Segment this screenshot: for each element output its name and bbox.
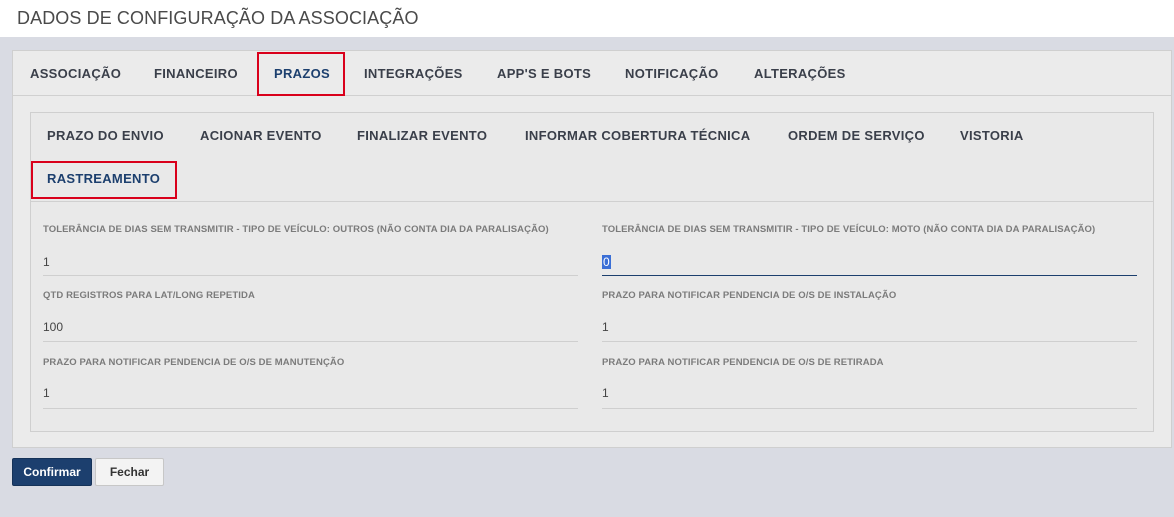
subtab-informar-cobertura-tecnica[interactable]: INFORMAR COBERTURA TÉCNICA [525,128,750,143]
close-button[interactable]: Fechar [95,458,164,486]
field-underline [602,275,1137,276]
field-underline [43,275,578,276]
prazo-retirada-input[interactable] [602,386,1137,400]
field-label: TOLERÂNCIA DE DIAS SEM TRANSMITIR - TIPO… [43,224,549,235]
tab-associacao[interactable]: ASSOCIAÇÃO [30,66,121,81]
field-prazo-instalacao: PRAZO PARA NOTIFICAR PENDENCIA DE O/S DE… [602,289,1137,344]
highlight-box-prazos [257,52,345,96]
title-bar: DADOS DE CONFIGURAÇÃO DA ASSOCIAÇÃO [0,0,1174,37]
main-tab-bar: ASSOCIAÇÃO FINANCEIRO PRAZOS INTEGRAÇÕES… [13,51,1171,96]
prazos-panel: PRAZO DO ENVIO ACIONAR EVENTO FINALIZAR … [30,112,1154,432]
tab-integracoes[interactable]: INTEGRAÇÕES [364,66,463,81]
field-label: PRAZO PARA NOTIFICAR PENDENCIA DE O/S DE… [602,290,897,301]
field-underline [602,408,1137,409]
tab-notificacao[interactable]: NOTIFICAÇÃO [625,66,719,81]
qtd-registros-input[interactable] [43,320,578,334]
field-underline [43,408,578,409]
field-underline [43,341,578,342]
selected-text: 0 [602,255,611,269]
tolerancia-moto-input[interactable]: 0 [602,255,1137,269]
tab-apps-e-bots[interactable]: APP'S E BOTS [497,66,591,81]
subtab-prazo-do-envio[interactable]: PRAZO DO ENVIO [47,128,164,143]
tab-financeiro[interactable]: FINANCEIRO [154,66,238,81]
subtab-acionar-evento[interactable]: ACIONAR EVENTO [200,128,322,143]
config-panel: ASSOCIAÇÃO FINANCEIRO PRAZOS INTEGRAÇÕES… [12,50,1172,448]
field-tolerancia-outros: TOLERÂNCIA DE DIAS SEM TRANSMITIR - TIPO… [43,223,578,278]
field-qtd-registros-latlong: QTD REGISTROS PARA LAT/LONG REPETIDA [43,289,578,344]
prazo-instalacao-input[interactable] [602,320,1137,334]
field-label: QTD REGISTROS PARA LAT/LONG REPETIDA [43,290,255,301]
field-tolerancia-moto: TOLERÂNCIA DE DIAS SEM TRANSMITIR - TIPO… [602,223,1137,278]
subtab-vistoria[interactable]: VISTORIA [960,128,1024,143]
page-title: DADOS DE CONFIGURAÇÃO DA ASSOCIAÇÃO [17,8,419,28]
field-label: PRAZO PARA NOTIFICAR PENDENCIA DE O/S DE… [43,357,345,368]
field-prazo-retirada: PRAZO PARA NOTIFICAR PENDENCIA DE O/S DE… [602,356,1137,411]
subtab-ordem-de-servico[interactable]: ORDEM DE SERVIÇO [788,128,925,143]
subtab-divider [31,201,1153,202]
field-prazo-manutencao: PRAZO PARA NOTIFICAR PENDENCIA DE O/S DE… [43,356,578,411]
field-label: PRAZO PARA NOTIFICAR PENDENCIA DE O/S DE… [602,357,884,368]
field-label: TOLERÂNCIA DE DIAS SEM TRANSMITIR - TIPO… [602,224,1096,235]
subtab-finalizar-evento[interactable]: FINALIZAR EVENTO [357,128,487,143]
prazo-manutencao-input[interactable] [43,386,578,400]
field-underline [602,341,1137,342]
tolerancia-outros-input[interactable] [43,255,578,269]
tab-alteracoes[interactable]: ALTERAÇÕES [754,66,846,81]
highlight-box-rastreamento [31,161,177,199]
confirm-button[interactable]: Confirmar [12,458,92,486]
